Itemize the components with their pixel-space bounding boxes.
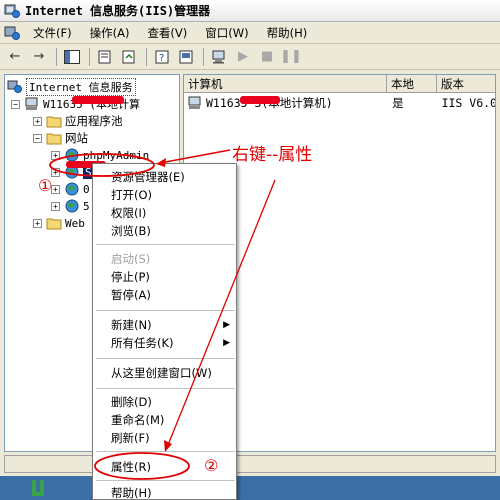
tree-site-4-label: 5	[83, 199, 90, 213]
toolbar-separator	[56, 47, 57, 66]
submenu-arrow-icon: ▶	[223, 338, 230, 348]
computer-icon[interactable]	[208, 47, 230, 67]
console-icon[interactable]	[175, 47, 197, 67]
menu-item-new-window[interactable]: 从这里创建窗口(W)	[93, 364, 238, 382]
expand-icon[interactable]: +	[51, 150, 60, 160]
column-header-local[interactable]: 本地	[387, 75, 437, 93]
menu-item-all-tasks[interactable]: 所有任务(K) ▶	[93, 334, 238, 352]
menu-item-start[interactable]: 启动(S)	[93, 250, 238, 268]
menu-separator	[96, 244, 235, 245]
menu-item-explore[interactable]: 资源管理器(E)	[93, 168, 238, 186]
start-icon[interactable]: ▶	[232, 47, 254, 67]
menu-view[interactable]: 查看(V)	[138, 25, 196, 41]
menu-item-rename[interactable]: 重命名(M)	[93, 411, 238, 429]
back-icon[interactable]: ←	[4, 47, 26, 67]
menu-bar: 文件(F) 操作(A) 查看(V) 窗口(W) 帮助(H)	[0, 22, 500, 44]
menu-separator	[96, 388, 235, 389]
iis-app-icon	[4, 4, 20, 18]
globe-icon	[65, 148, 79, 162]
show-tree-icon[interactable]	[61, 47, 83, 67]
menu-action[interactable]: 操作(A)	[81, 25, 139, 41]
help-icon[interactable]: ?	[151, 47, 173, 67]
computer-icon	[25, 97, 38, 110]
menu-item-open[interactable]: 打开(O)	[93, 186, 238, 204]
cell-local: 是	[392, 96, 404, 110]
pause-icon[interactable]: ❚❚	[280, 47, 302, 67]
tree-node-websites[interactable]: − 网站	[33, 130, 88, 146]
stop-icon[interactable]: ■	[256, 47, 278, 67]
column-header-computer[interactable]: 计算机	[184, 75, 387, 93]
redaction-mark	[72, 96, 124, 104]
forward-icon[interactable]: →	[28, 47, 50, 67]
menu-item-new-label: 新建(N)	[111, 318, 152, 332]
properties-icon[interactable]	[94, 47, 116, 67]
toolbar: ← → ? ▶ ■ ❚❚	[0, 44, 500, 70]
menu-separator	[96, 358, 235, 359]
tree-root-label: Internet 信息服务	[26, 78, 136, 96]
expand-icon[interactable]: +	[51, 167, 60, 177]
tree-node-web-ext[interactable]: + Web	[33, 215, 85, 231]
menu-file[interactable]: 文件(F)	[24, 25, 81, 41]
menu-separator	[96, 451, 235, 452]
computer-icon	[188, 96, 201, 109]
context-menu: 资源管理器(E) 打开(O) 权限(I) 浏览(B) 启动(S) 停止(P) 暂…	[92, 163, 237, 500]
menu-item-permissions[interactable]: 权限(I)	[93, 204, 238, 222]
collapse-icon[interactable]: −	[11, 99, 20, 109]
expand-icon[interactable]: +	[33, 116, 42, 126]
tree-root[interactable]: Internet 信息服务	[7, 78, 136, 96]
toolbar-separator	[203, 47, 204, 66]
taskbar-app-icon[interactable]	[30, 478, 48, 498]
svg-text:?: ?	[159, 53, 164, 64]
expand-icon[interactable]: +	[51, 201, 60, 211]
tree-phpmyadmin-label: phpMyAdmin	[83, 148, 150, 162]
menu-item-all-tasks-label: 所有任务(K)	[111, 336, 174, 350]
cell-computer: W11635 3(本地计算机)	[206, 96, 333, 110]
globe-icon	[65, 199, 79, 213]
folder-icon	[46, 218, 62, 230]
iis-root-icon	[7, 80, 22, 93]
menu-help[interactable]: 帮助(H)	[258, 25, 317, 41]
toolbar-separator	[89, 47, 90, 66]
annotation-step-2: ②	[204, 456, 219, 475]
list-header: 计算机 本地 版本	[184, 75, 495, 93]
window-title: Internet 信息服务(IIS)管理器	[25, 4, 211, 18]
export-icon[interactable]	[118, 47, 140, 67]
expand-icon[interactable]: +	[51, 184, 60, 194]
tree-websites-label: 网站	[65, 131, 88, 145]
folder-icon	[46, 116, 62, 128]
menu-item-pause[interactable]: 暂停(A)	[93, 286, 238, 304]
system-menu-icon[interactable]	[4, 25, 20, 41]
submenu-arrow-icon: ▶	[223, 320, 230, 330]
menu-item-browse[interactable]: 浏览(B)	[93, 222, 238, 240]
cell-version: IIS V6.0	[441, 96, 496, 110]
menu-item-refresh[interactable]: 刷新(F)	[93, 429, 238, 447]
tree-node-site-3[interactable]: + 0	[51, 181, 90, 197]
menu-item-delete[interactable]: 删除(D)	[93, 393, 238, 411]
menu-item-new[interactable]: 新建(N) ▶	[93, 316, 238, 334]
column-header-version[interactable]: 版本	[437, 75, 495, 93]
annotation-right-click-note: 右键--属性	[232, 145, 313, 165]
globe-icon	[65, 182, 79, 196]
title-bar[interactable]: Internet 信息服务(IIS)管理器	[0, 0, 500, 22]
tree-site-3-label: 0	[83, 182, 90, 196]
menu-item-stop[interactable]: 停止(P)	[93, 268, 238, 286]
tree-app-pools-label: 应用程序池	[65, 114, 123, 128]
table-row[interactable]: W11635 3(本地计算机) 是 IIS V6.0	[184, 95, 496, 111]
tree-node-app-pools[interactable]: + 应用程序池	[33, 113, 123, 129]
taskbar	[0, 476, 500, 500]
annotation-step-1: ①	[38, 176, 53, 195]
expand-icon[interactable]: +	[33, 218, 42, 228]
menu-separator	[96, 480, 235, 481]
folder-open-icon	[46, 133, 62, 145]
toolbar-separator	[146, 47, 147, 66]
tree-node-site-4[interactable]: + 5	[51, 198, 90, 214]
redaction-mark	[240, 96, 280, 104]
collapse-icon[interactable]: −	[33, 133, 42, 143]
menu-item-help[interactable]: 帮助(H)	[93, 484, 238, 500]
menu-separator	[96, 310, 235, 311]
status-bar	[4, 455, 496, 473]
tree-web-ext-label: Web	[65, 216, 85, 230]
menu-window[interactable]: 窗口(W)	[196, 25, 257, 41]
